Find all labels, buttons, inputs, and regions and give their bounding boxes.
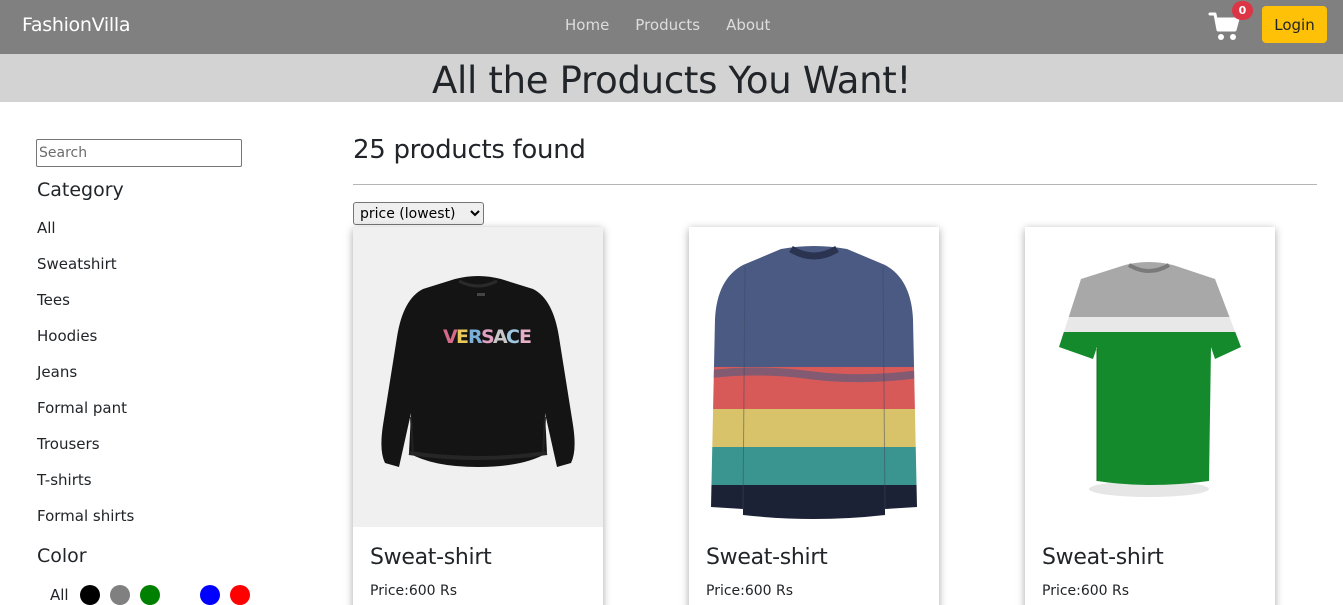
- product-image-black-sweatshirt: V E R S A C E: [353, 227, 603, 527]
- svg-text:C: C: [506, 326, 519, 348]
- category-item-formal-shirts[interactable]: Formal shirts: [37, 506, 134, 542]
- page-title: All the Products You Want!: [431, 59, 912, 102]
- product-card[interactable]: V E R S A C E Sweat-shirt Price:600 Rs: [353, 227, 603, 605]
- color-swatch-black[interactable]: [79, 585, 100, 605]
- login-button[interactable]: Login: [1262, 6, 1327, 43]
- color-heading: Color: [37, 545, 87, 567]
- cart-count-badge: 0: [1232, 1, 1253, 20]
- nav-home-link[interactable]: Home: [565, 16, 609, 34]
- product-price: Price:600 Rs: [1042, 583, 1130, 599]
- nav-links: Home Products About: [565, 16, 770, 34]
- category-item-jeans[interactable]: Jeans: [37, 362, 134, 398]
- color-swatch-white[interactable]: [169, 585, 190, 605]
- product-image-green-tshirt: [1025, 227, 1275, 527]
- category-item-trousers[interactable]: Trousers: [37, 434, 134, 470]
- svg-text:E: E: [456, 326, 468, 348]
- color-all-option[interactable]: All: [50, 586, 69, 604]
- section-divider: [353, 184, 1317, 185]
- category-list: All Sweatshirt Tees Hoodies Jeans Formal…: [37, 218, 134, 542]
- color-swatch-grey[interactable]: [109, 585, 130, 605]
- nav-about-link[interactable]: About: [726, 16, 770, 34]
- brand-logo[interactable]: FashionVilla: [22, 14, 130, 36]
- category-item-tees[interactable]: Tees: [37, 290, 134, 326]
- product-image-striped-sweatshirt: [689, 227, 939, 527]
- color-swatch-red[interactable]: [229, 585, 250, 605]
- category-item-formal-pant[interactable]: Formal pant: [37, 398, 134, 434]
- sort-select[interactable]: price (lowest): [353, 202, 484, 225]
- category-heading: Category: [37, 179, 124, 201]
- hero-banner: All the Products You Want!: [0, 54, 1343, 102]
- navbar: FashionVilla Home Products About 0 Login: [0, 0, 1343, 54]
- color-swatch-green[interactable]: [139, 585, 160, 605]
- search-input[interactable]: [36, 139, 242, 167]
- svg-text:E: E: [519, 326, 531, 348]
- product-price: Price:600 Rs: [370, 583, 458, 599]
- category-item-all[interactable]: All: [37, 218, 134, 254]
- category-item-sweatshirt[interactable]: Sweatshirt: [37, 254, 134, 290]
- product-card[interactable]: Sweat-shirt Price:600 Rs: [1025, 227, 1275, 605]
- product-title: Sweat-shirt: [1042, 545, 1164, 570]
- product-card[interactable]: Sweat-shirt Price:600 Rs: [689, 227, 939, 605]
- product-price: Price:600 Rs: [706, 583, 794, 599]
- category-item-t-shirts[interactable]: T-shirts: [37, 470, 134, 506]
- category-item-hoodies[interactable]: Hoodies: [37, 326, 134, 362]
- nav-products-link[interactable]: Products: [635, 16, 700, 34]
- color-swatch-blue[interactable]: [199, 585, 220, 605]
- color-filter: All: [50, 584, 260, 605]
- product-title: Sweat-shirt: [706, 545, 828, 570]
- product-title: Sweat-shirt: [370, 545, 492, 570]
- products-found-count: 25 products found: [353, 135, 586, 165]
